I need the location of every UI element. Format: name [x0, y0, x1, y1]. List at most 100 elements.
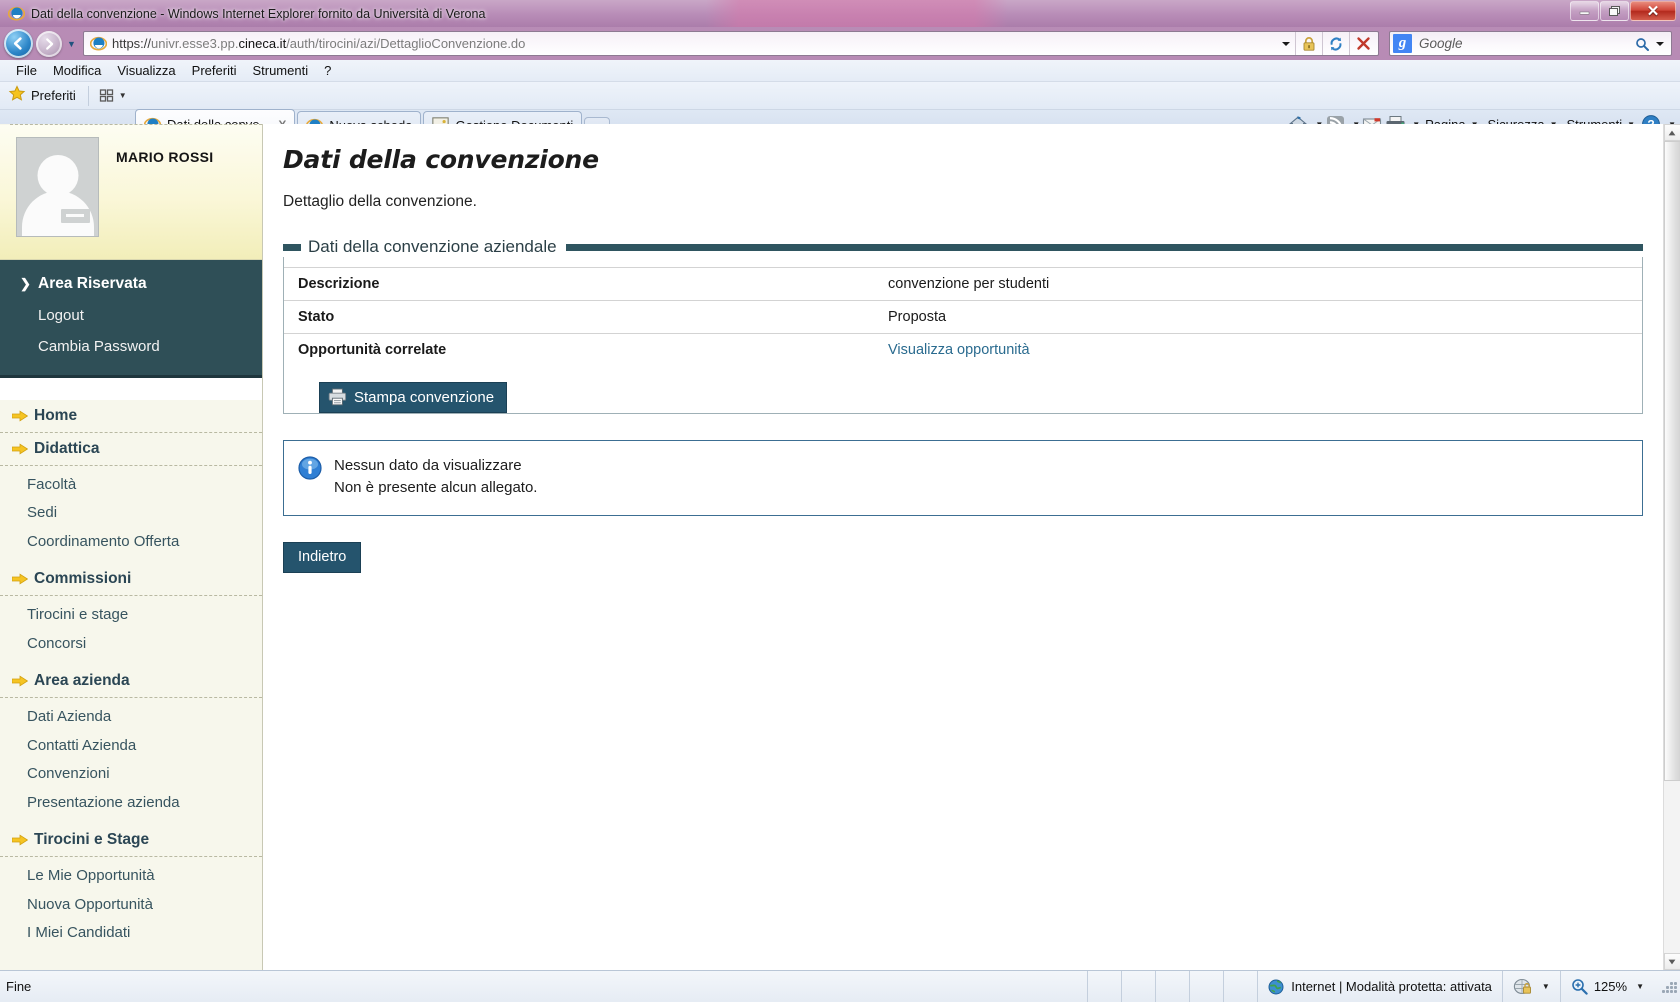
- info-text: Nessun dato da visualizzare Non è presen…: [334, 455, 537, 499]
- search-dropdown-button[interactable]: [1651, 32, 1669, 55]
- title-bar: Dati della convenzione - Windows Interne…: [0, 0, 1680, 27]
- sidebar-item-label: Home: [34, 406, 78, 424]
- maximize-button[interactable]: [1600, 1, 1629, 21]
- search-submit-icon[interactable]: [1633, 32, 1651, 55]
- sidebar-item-didattica[interactable]: Didattica: [0, 433, 262, 466]
- sidebar-item-sedi[interactable]: Sedi: [0, 499, 262, 528]
- resize-grip[interactable]: [1660, 978, 1678, 996]
- zoom-dropdown-icon[interactable]: ▼: [1636, 982, 1644, 991]
- visualizza-opportunita-link[interactable]: Visualizza opportunità: [888, 342, 1030, 358]
- arrow-right-icon: [12, 573, 28, 585]
- reserved-area-menu: ❯ Area Riservata Logout Cambia Password: [0, 260, 262, 378]
- arrow-right-icon: [12, 442, 28, 455]
- favorites-label[interactable]: Preferiti: [31, 88, 76, 103]
- favorites-star-icon[interactable]: [8, 85, 26, 106]
- privacy-icon: [1513, 978, 1531, 994]
- sidebar-item-logout[interactable]: Logout: [0, 300, 262, 331]
- recent-pages-dropdown[interactable]: ▼: [65, 29, 78, 58]
- page-scrollbar[interactable]: [1663, 124, 1680, 970]
- page-subtitle: Dettaglio della convenzione.: [283, 193, 477, 210]
- scrollbar-track[interactable]: [1663, 141, 1680, 953]
- button-label: Stampa convenzione: [354, 388, 495, 406]
- zoom-control[interactable]: 125% ▼: [1559, 970, 1654, 1002]
- address-bar[interactable]: https://univr.esse3.pp.cineca.it/auth/ti…: [83, 31, 1379, 56]
- nav-links: Tirocini e stage Concorsi: [0, 596, 262, 665]
- sidebar-item-i-miei-candidati[interactable]: I Miei Candidati: [0, 919, 262, 948]
- sidebar-item-label: Logout: [38, 307, 84, 325]
- status-segment-4: [1189, 970, 1223, 1002]
- minimize-button[interactable]: [1570, 1, 1599, 21]
- indietro-button[interactable]: Indietro: [283, 541, 362, 573]
- stop-button[interactable]: [1349, 32, 1376, 55]
- menu-help[interactable]: ?: [316, 63, 339, 78]
- user-name: MARIO ROSSI: [116, 149, 214, 165]
- sidebar-item-concorsi[interactable]: Concorsi: [0, 630, 262, 659]
- status-segment-5: [1223, 970, 1257, 1002]
- sidebar-item-area-azienda[interactable]: Area azienda: [0, 665, 262, 699]
- arrow-right-icon: [12, 675, 28, 687]
- row-label: Descrizione: [284, 267, 874, 301]
- sidebar-item-cambia-password[interactable]: Cambia Password: [0, 331, 262, 362]
- row-value-link[interactable]: Visualizza opportunità: [874, 333, 1642, 366]
- sidebar-item-nuova-opportunita[interactable]: Nuova Opportunità: [0, 891, 262, 920]
- favorites-grid-icon[interactable]: [96, 86, 117, 106]
- table-row: Opportunità correlate Visualizza opportu…: [284, 333, 1642, 366]
- sidebar-item-tirocini-e-stage[interactable]: Tirocini e Stage: [0, 824, 262, 858]
- address-bar-row: ▼ https://univr.esse3.pp.cineca.it/auth/…: [0, 27, 1680, 60]
- sidebar-item-area-riservata[interactable]: ❯ Area Riservata: [0, 268, 262, 300]
- sidebar-item-facolta[interactable]: Facoltà: [0, 471, 262, 500]
- search-box[interactable]: g Google: [1389, 31, 1672, 56]
- privacy-report[interactable]: ▼: [1501, 970, 1560, 1002]
- fieldset-legend: Dati della convenzione aziendale: [308, 237, 557, 256]
- sidebar-gap: [0, 377, 262, 400]
- refresh-button[interactable]: [1322, 32, 1349, 55]
- sidebar-item-le-mie-opportunita[interactable]: Le Mie Opportunità: [0, 862, 262, 891]
- forward-button[interactable]: [36, 30, 62, 57]
- sidebar-item-tirocini-e-stage-commissioni[interactable]: Tirocini e stage: [0, 601, 262, 630]
- row-value: Proposta: [874, 300, 1642, 334]
- address-dropdown-button[interactable]: [1277, 32, 1295, 55]
- info-icon: [298, 456, 322, 480]
- zoom-icon: [1572, 979, 1588, 995]
- menu-strumenti[interactable]: Strumenti: [244, 63, 316, 78]
- sidebar-item-commissioni[interactable]: Commissioni: [0, 563, 262, 597]
- nav-links: Dati Azienda Contatti Azienda Convenzion…: [0, 698, 262, 824]
- sidebar-item-label: Cambia Password: [38, 338, 160, 356]
- zoom-level: 125%: [1593, 979, 1628, 994]
- search-input[interactable]: Google: [1419, 36, 1633, 51]
- menu-modifica[interactable]: Modifica: [45, 63, 109, 78]
- internet-explorer-icon: [8, 6, 25, 21]
- main-content: Dati della convenzione Dettaglio della c…: [263, 124, 1663, 970]
- sidebar-item-presentazione-azienda[interactable]: Presentazione azienda: [0, 789, 262, 818]
- nav-group-commissioni: Commissioni Tirocini e stage Concorsi: [0, 563, 262, 665]
- menu-visualizza[interactable]: Visualizza: [109, 63, 183, 78]
- row-value: convenzione per studenti: [874, 267, 1642, 301]
- info-box: Nessun dato da visualizzare Non è presen…: [283, 440, 1643, 516]
- security-lock-icon[interactable]: [1295, 32, 1322, 55]
- privacy-dropdown-icon[interactable]: ▼: [1542, 982, 1550, 991]
- menu-file[interactable]: File: [8, 63, 45, 78]
- stampa-convenzione-button[interactable]: Stampa convenzione: [319, 382, 508, 413]
- convention-detail-table: Descrizione convenzione per studenti Sta…: [284, 267, 1642, 366]
- page-favicon-icon: [90, 36, 107, 51]
- favorites-bar: Preferiti ▼: [0, 82, 1680, 110]
- sidebar-item-home[interactable]: Home: [0, 400, 262, 433]
- close-button[interactable]: ✕: [1630, 1, 1676, 21]
- legend-line: [565, 243, 1643, 251]
- sidebar-item-contatti-azienda[interactable]: Contatti Azienda: [0, 732, 262, 761]
- convention-fieldset: Dati della convenzione aziendale Descriz…: [283, 237, 1643, 414]
- status-segment-3: [1155, 970, 1189, 1002]
- back-button[interactable]: [4, 29, 33, 58]
- menu-preferiti[interactable]: Preferiti: [184, 63, 245, 78]
- status-segment-2: [1121, 970, 1155, 1002]
- sidebar-item-coordinamento-offerta[interactable]: Coordinamento Offerta: [0, 528, 262, 557]
- window-title: Dati della convenzione - Windows Interne…: [31, 6, 486, 21]
- sidebar-item-dati-azienda[interactable]: Dati Azienda: [0, 703, 262, 732]
- security-zone[interactable]: Internet | Modalità protetta: attivata: [1257, 970, 1502, 1002]
- scroll-down-button[interactable]: [1663, 953, 1680, 970]
- nav-links: Le Mie Opportunità Nuova Opportunità I M…: [0, 857, 262, 955]
- sidebar-item-convenzioni[interactable]: Convenzioni: [0, 760, 262, 789]
- favorites-grid-dropdown-icon[interactable]: ▼: [119, 91, 127, 100]
- scroll-up-button[interactable]: [1663, 124, 1680, 141]
- scrollbar-thumb[interactable]: [1663, 141, 1680, 781]
